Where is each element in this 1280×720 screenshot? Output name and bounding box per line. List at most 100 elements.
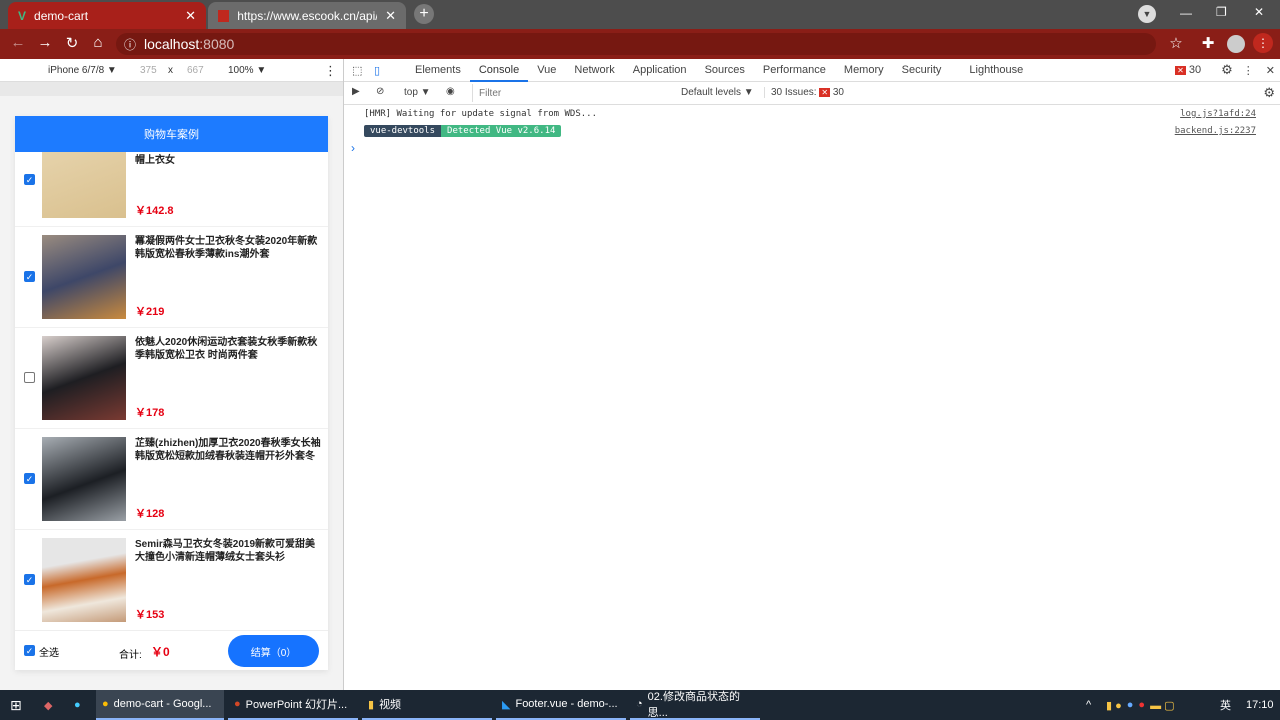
close-tab-icon[interactable]: ✕ — [185, 8, 196, 24]
tab-vue[interactable]: Vue — [528, 59, 565, 82]
cart-item: ✓ Semir森马卫衣女冬装2019新款可爱甜美大撞色小清新连帽薄绒女士套头衫 … — [15, 530, 328, 631]
more-options-icon[interactable]: ⋮ — [324, 63, 337, 79]
cart-item: ✓ 冪凝假两件女士卫衣秋冬女装2020年新款韩版宽松春秋季薄款ins潮外套 ￥2… — [15, 227, 328, 328]
back-button[interactable]: ← — [8, 34, 28, 51]
tab-security[interactable]: Security — [893, 59, 951, 82]
close-window-button[interactable]: ✕ — [1254, 5, 1264, 19]
avatar[interactable] — [1227, 35, 1245, 53]
reload-button[interactable]: ↻ — [62, 34, 82, 52]
error-count: 30 — [1188, 64, 1202, 76]
device-toggle-icon[interactable]: ▯ — [374, 64, 390, 77]
tab-strip: V demo-cart ✕ https://www.escook.cn/api/… — [0, 0, 1280, 29]
url-field[interactable]: ⓘ localhost:8080 — [116, 33, 1156, 55]
product-image — [42, 336, 126, 420]
item-checkbox[interactable]: ✓ — [24, 271, 35, 282]
taskbar-powerpoint[interactable]: ● PowerPoint 幻灯片... — [228, 690, 358, 720]
issues-count: 30 — [832, 87, 844, 98]
more-icon[interactable]: ⋮ — [1243, 64, 1254, 77]
taskbar-vscode[interactable]: ◣ Footer.vue - demo-... — [496, 690, 626, 720]
log-levels-select[interactable]: Default levels ▼ — [681, 87, 754, 98]
dimension-separator: x — [168, 65, 173, 76]
home-button[interactable]: ⌂ — [88, 34, 108, 51]
device-width-input[interactable]: 375 — [140, 65, 157, 76]
taskbar-chrome[interactable]: ● demo-cart - Googl... — [96, 690, 224, 720]
close-devtools-icon[interactable]: ✕ — [1266, 64, 1275, 77]
total-amount: ￥0 — [151, 645, 170, 659]
checkout-button[interactable]: 结算（0） — [228, 635, 319, 667]
extensions-icon[interactable]: ✚ — [1198, 34, 1218, 52]
menu-button[interactable]: ⋮ — [1253, 33, 1273, 53]
tab-network[interactable]: Network — [565, 59, 623, 82]
tab-demo-cart[interactable]: V demo-cart ✕ — [8, 2, 206, 29]
issues-label: 30 Issues: — [771, 87, 817, 98]
device-height-input[interactable]: 667 — [187, 65, 204, 76]
cart-item: ✓ 芷臻(zhizhen)加厚卫衣2020春秋季女长袖韩版宽松短款加绒春秋装连帽… — [15, 429, 328, 530]
item-checkbox[interactable]: ✓ — [24, 574, 35, 585]
item-checkbox[interactable] — [24, 372, 35, 383]
console-prompt[interactable]: › — [351, 141, 355, 155]
log-source-link[interactable]: log.js?1afd:24 — [1180, 109, 1256, 119]
inspect-icon[interactable]: ⬚ — [352, 64, 368, 77]
item-checkbox[interactable]: ✓ — [24, 473, 35, 484]
cart-app: 购物车案例 ✓ 帽上衣女 ￥142.8 ✓ 冪凝假两件女士卫衣秋冬女装2020年… — [15, 116, 328, 670]
error-counter[interactable]: ✕ 30 — [1175, 64, 1201, 76]
product-title: 帽上衣女 — [135, 155, 175, 166]
tab-console[interactable]: Console — [469, 59, 529, 82]
console-settings-icon[interactable]: ⚙ — [1263, 85, 1275, 101]
select-all-checkbox[interactable]: ✓ — [24, 645, 35, 656]
product-image — [42, 235, 126, 319]
tray-icons[interactable]: ▮ ● ● ● ▬ ▢ — [1100, 690, 1181, 720]
issues-button[interactable]: 30 Issues: ✕ 30 — [764, 87, 844, 98]
cart-footer: ✓ 全选 合计: ￥0 结算（0） — [15, 630, 328, 670]
select-all-label: 全选 — [39, 648, 59, 659]
maximize-button[interactable]: ❐ — [1216, 5, 1227, 19]
product-price: ￥219 — [135, 306, 165, 318]
tray-overflow-icon[interactable]: ^ — [1080, 690, 1097, 720]
log-source-link[interactable]: backend.js:2237 — [1175, 126, 1256, 136]
bookmark-star-icon[interactable]: ☆ — [1166, 34, 1186, 52]
clear-console-icon[interactable]: ⊘ — [376, 86, 384, 97]
tab-lighthouse[interactable]: Lighthouse — [960, 59, 1032, 82]
cart-item: 依魅人2020休闲运动衣套装女秋季新款秋季韩版宽松卫衣 时尚两件套 ￥178 — [15, 328, 328, 429]
product-title: 冪凝假两件女士卫衣秋冬女装2020年新款韩版宽松春秋季薄款ins潮外套 — [135, 236, 318, 260]
product-image — [42, 437, 126, 521]
close-tab-icon[interactable]: ✕ — [385, 8, 396, 24]
forward-button[interactable]: → — [35, 34, 55, 51]
tab-application[interactable]: Application — [624, 59, 696, 82]
ime-indicator[interactable]: 英 — [1214, 690, 1237, 720]
taskbar-label: 02.修改商品状态的思... — [647, 691, 740, 719]
start-icon[interactable]: ⊞ — [4, 690, 28, 720]
vscode-icon: ◣ — [502, 698, 511, 711]
tab-elements[interactable]: Elements — [406, 59, 470, 82]
minimize-button[interactable]: — — [1180, 6, 1192, 20]
tab-memory[interactable]: Memory — [835, 59, 893, 82]
tab-escook[interactable]: https://www.escook.cn/api/ca ✕ — [208, 2, 406, 29]
error-icon: ✕ — [819, 88, 831, 97]
clock[interactable]: 17:10 — [1240, 690, 1280, 720]
product-price: ￥128 — [135, 508, 165, 520]
new-tab-button[interactable]: + — [414, 4, 434, 24]
eye-icon[interactable]: ◉ — [446, 86, 455, 97]
tab-search-button[interactable]: ▼ — [1138, 5, 1156, 23]
taskbar-label: demo-cart - Googl... — [113, 698, 212, 710]
taskbar-folder[interactable]: ▮ 视频 — [362, 690, 492, 720]
taskbar-video[interactable]: ◔ 02.修改商品状态的思... — [630, 690, 760, 720]
context-select[interactable]: top ▼ — [404, 87, 431, 98]
item-checkbox[interactable]: ✓ — [24, 174, 35, 185]
device-toolbar: iPhone 6/7/8 ▼ 375 x 667 100% ▼ ⋮ — [0, 59, 343, 82]
app-icon[interactable]: ◆ — [38, 690, 58, 720]
edge-icon[interactable]: ● — [68, 690, 87, 720]
sidebar-toggle-icon[interactable]: ▶ — [352, 86, 360, 97]
chrome-icon: ● — [102, 698, 109, 710]
console-toolbar: ▶ ⊘ top ▼ ◉ Default levels ▼ 30 Issues: … — [344, 82, 1280, 105]
settings-icon[interactable]: ⚙ — [1221, 62, 1233, 78]
tab-sources[interactable]: Sources — [696, 59, 754, 82]
product-price: ￥142.8 — [135, 205, 174, 217]
device-select[interactable]: iPhone 6/7/8 ▼ — [48, 65, 117, 76]
taskbar-label: PowerPoint 幻灯片... — [245, 699, 348, 711]
zoom-select[interactable]: 100% ▼ — [228, 65, 266, 76]
filter-input[interactable] — [472, 84, 674, 102]
tab-title: demo-cart — [34, 8, 89, 23]
devtools-tabs: ⬚ ▯ Elements Console Vue Network Applica… — [344, 59, 1280, 82]
tab-performance[interactable]: Performance — [754, 59, 835, 82]
